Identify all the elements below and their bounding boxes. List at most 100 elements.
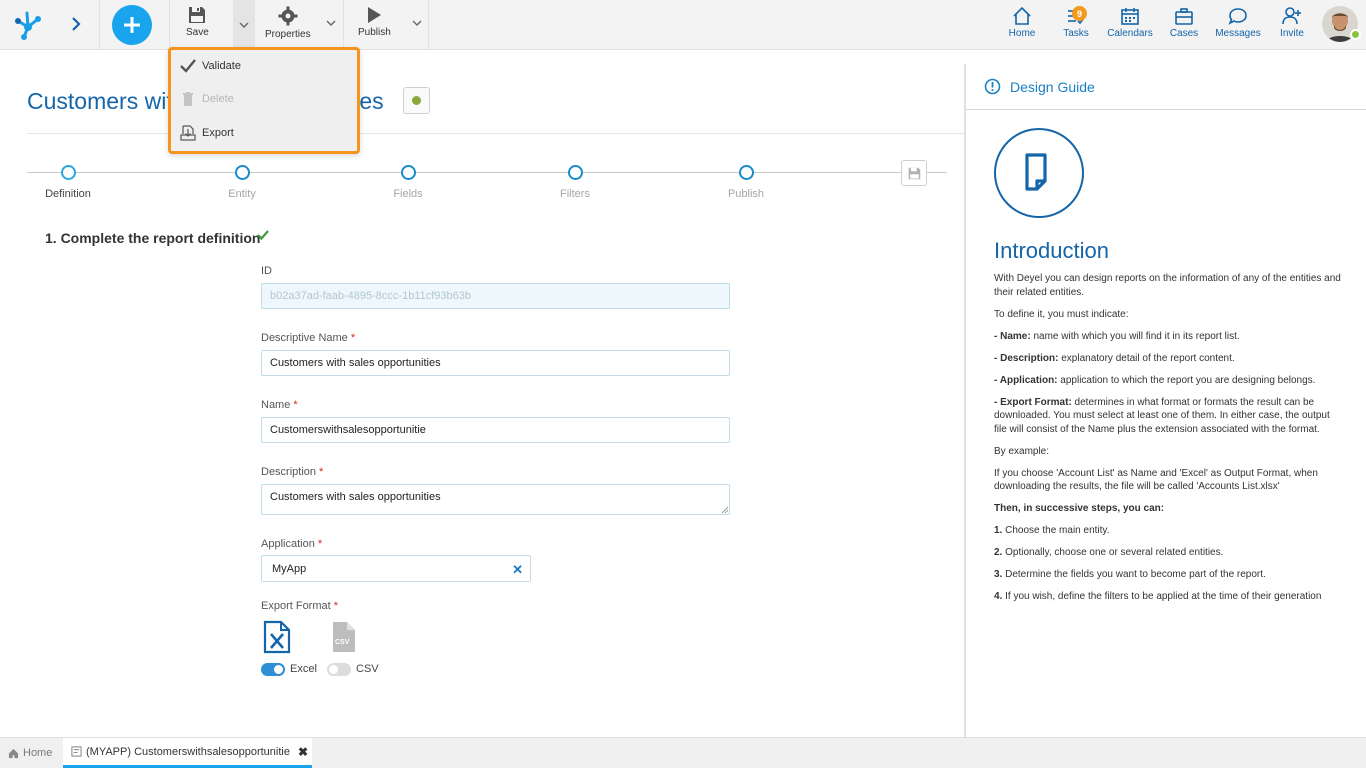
step-fields[interactable]: Fields [348, 165, 468, 200]
publish-button[interactable]: Publish [358, 6, 391, 38]
document-icon-circle [994, 128, 1084, 218]
step-circle [400, 165, 416, 180]
panel-header-divider [966, 109, 1366, 110]
excel-toggle[interactable] [261, 663, 285, 676]
tasks-nav-label: Tasks [1063, 28, 1089, 39]
home-nav-button[interactable]: Home [994, 6, 1050, 39]
csv-toggle[interactable] [327, 663, 351, 676]
guide-item-description: - Description: explanatory detail of the… [994, 352, 1235, 364]
resize-handle-icon[interactable] [721, 506, 728, 513]
calendars-nav-label: Calendars [1107, 28, 1153, 39]
guide-item-name: - Name: name with which you will find it… [994, 330, 1240, 342]
step-filters[interactable]: Filters [515, 165, 635, 200]
step-circle [234, 165, 250, 180]
step-label: Entity [228, 188, 256, 200]
home-nav-label: Home [1008, 28, 1036, 39]
id-field: b02a37ad-faab-4895-8ccc-1b11cf93b63b [261, 283, 730, 309]
excel-toggle-label: Excel [290, 663, 317, 675]
cases-nav-button[interactable]: Cases [1156, 6, 1212, 39]
home-tab-label: Home [23, 747, 53, 759]
introduction-title: Introduction [994, 238, 1109, 263]
check-icon [180, 59, 196, 73]
design-guide-text: With Deyel you can design reports on the… [994, 272, 1344, 612]
save-label: Save [186, 27, 209, 38]
validate-label: Validate [202, 60, 241, 72]
message-icon [1228, 8, 1247, 25]
close-tab-icon[interactable]: ✖ [298, 745, 308, 759]
guide-item-application: - Application: application to which the … [994, 374, 1316, 386]
messages-nav-label: Messages [1215, 28, 1261, 39]
excel-file-icon[interactable] [263, 620, 291, 654]
validate-menu-item[interactable]: Validate [180, 58, 241, 74]
properties-dropdown-button[interactable] [320, 12, 342, 34]
gear-icon [278, 6, 298, 26]
add-new-button[interactable] [112, 5, 152, 45]
messages-nav-button[interactable]: Messages [1210, 6, 1266, 39]
guide-item-export-format: - Export Format: determines in what form… [994, 396, 1330, 435]
document-icon [1025, 153, 1047, 191]
expand-menu-chevron-icon[interactable] [66, 14, 86, 34]
report-tab[interactable]: (MYAPP) Customerswithsalesopportunitie ✖ [63, 738, 312, 768]
save-options-dropdown-button[interactable] [233, 0, 255, 50]
description-textarea[interactable]: Customers with sales opportunities [261, 484, 730, 515]
design-guide-title: Design Guide [1010, 78, 1095, 95]
save-options-menu: Validate Delete Export [168, 47, 360, 154]
step-label: Filters [560, 188, 590, 200]
step-circle [60, 165, 76, 180]
invite-nav-button[interactable]: Invite [1264, 6, 1320, 39]
invite-icon [1282, 7, 1301, 25]
stepper-save-button[interactable] [901, 160, 927, 186]
save-button[interactable]: Save [186, 6, 209, 38]
status-indicator-button[interactable] [403, 87, 430, 114]
calendars-nav-button[interactable]: Calendars [1102, 6, 1158, 39]
section-title: 1. Complete the report definition [45, 230, 261, 246]
description-text: Customers with sales opportunities [270, 491, 441, 503]
step-publish[interactable]: Publish [686, 165, 806, 200]
csv-toggle-label: CSV [356, 663, 379, 675]
step-definition[interactable]: Definition [8, 165, 128, 200]
toggle-knob [329, 665, 338, 674]
guide-paragraph: To define it, you must indicate: [994, 308, 1129, 320]
guide-step: 4. If you wish, define the filters to be… [994, 591, 1322, 602]
calendar-icon [1121, 8, 1139, 25]
step-circle [738, 165, 754, 180]
save-floppy-icon [908, 167, 920, 179]
export-format-label: Export Format * [261, 600, 338, 612]
home-tab[interactable]: Home [8, 738, 52, 768]
online-status-indicator [1350, 29, 1361, 40]
guide-paragraph: With Deyel you can design reports on the… [994, 273, 1341, 298]
toolbar-divider [343, 0, 344, 50]
application-value: MyApp [272, 562, 307, 575]
step-circle [567, 165, 583, 180]
cases-nav-label: Cases [1169, 28, 1199, 39]
chevron-down-icon [239, 22, 249, 28]
design-guide-header[interactable]: Design Guide [984, 78, 1095, 95]
home-icon [1013, 6, 1031, 25]
properties-button[interactable]: Properties [265, 6, 311, 40]
invite-nav-label: Invite [1280, 28, 1304, 39]
chevron-down-icon [412, 20, 422, 26]
application-select[interactable]: MyApp ✕ [261, 555, 531, 582]
export-label: Export [202, 127, 234, 139]
application-label: Application * [261, 538, 323, 550]
info-circle-icon [984, 78, 1001, 95]
name-label: Name * [261, 399, 298, 411]
descriptive-name-field[interactable]: Customers with sales opportunities [261, 350, 730, 376]
clear-application-icon[interactable]: ✕ [512, 562, 523, 578]
check-icon [257, 230, 269, 241]
tasks-nav-button[interactable]: 9 Tasks [1048, 6, 1104, 39]
svg-text:CSV: CSV [335, 639, 350, 646]
trash-icon [183, 92, 193, 106]
export-icon [180, 125, 196, 141]
deyel-logo-icon[interactable] [10, 7, 46, 43]
step-entity[interactable]: Entity [182, 165, 302, 200]
panel-divider [964, 64, 966, 738]
name-field[interactable]: Customerswithsalesopportunitie [261, 417, 730, 443]
csv-file-icon[interactable]: CSV [331, 620, 357, 654]
plus-icon [124, 17, 140, 33]
save-floppy-icon [189, 7, 206, 23]
delete-menu-item: Delete [180, 91, 234, 107]
export-menu-item[interactable]: Export [180, 125, 234, 141]
descriptive-name-label: Descriptive Name * [261, 332, 356, 344]
publish-dropdown-button[interactable] [406, 12, 428, 34]
